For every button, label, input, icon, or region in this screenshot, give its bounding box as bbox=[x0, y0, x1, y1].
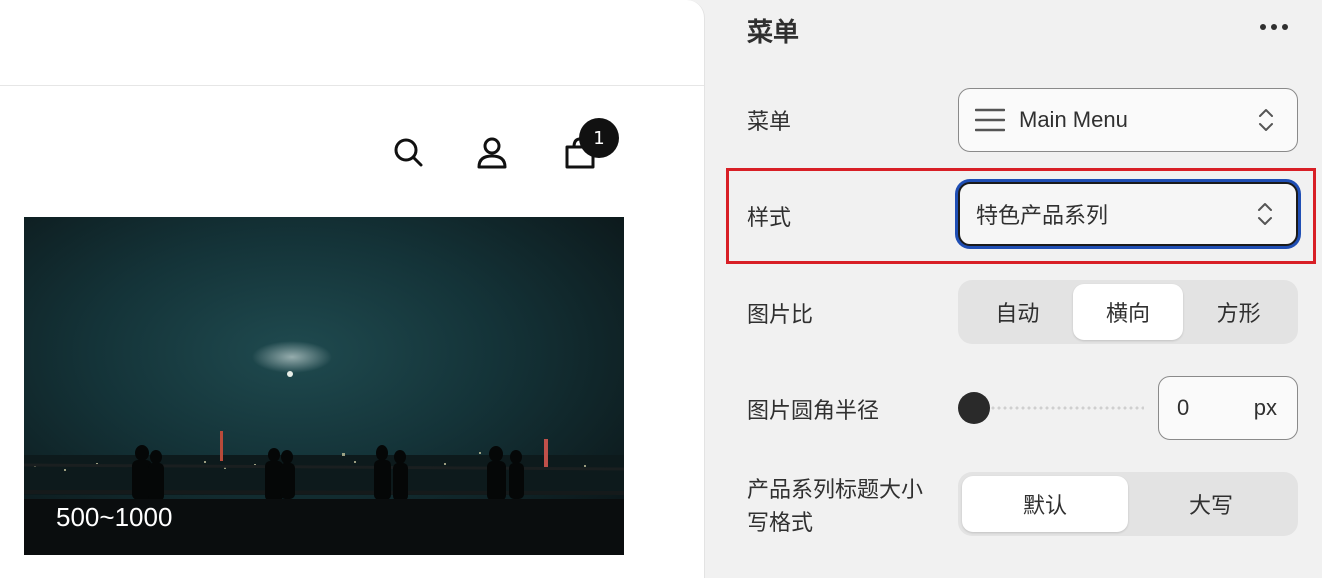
select-chevrons-icon bbox=[1259, 109, 1273, 131]
slider-track bbox=[972, 405, 1144, 411]
case-option-default[interactable]: 默认 bbox=[962, 476, 1128, 532]
hero-image: 500~1000 bbox=[24, 217, 624, 555]
style-select-value: 特色产品系列 bbox=[976, 204, 1109, 229]
title-case-segmented-control: 默认 大写 bbox=[958, 472, 1298, 536]
preview-announcement-bar bbox=[0, 0, 704, 86]
search-icon[interactable] bbox=[390, 130, 426, 174]
slider-thumb[interactable] bbox=[958, 392, 990, 424]
corner-radius-unit: px bbox=[1253, 395, 1277, 420]
more-horizontal-icon[interactable] bbox=[1254, 10, 1294, 44]
cart-count-badge: 1 bbox=[579, 118, 619, 158]
case-option-uppercase[interactable]: 大写 bbox=[1128, 476, 1294, 532]
corner-radius-input[interactable]: 0 px bbox=[1158, 376, 1298, 440]
title-case-label-line2: 写格式 bbox=[747, 511, 814, 536]
hero-caption: 500~1000 bbox=[56, 502, 173, 532]
settings-panel: 菜单 菜单 Main Menu 样式 特色产品系列 图片比 自动 横向 方形 图… bbox=[706, 0, 1322, 578]
corner-radius-label: 图片圆角半径 bbox=[747, 399, 880, 424]
style-label: 样式 bbox=[747, 206, 792, 231]
image-ratio-segmented-control: 自动 横向 方形 bbox=[958, 280, 1298, 344]
store-preview: 1 500~1000 bbox=[0, 0, 705, 578]
select-chevrons-icon bbox=[1258, 203, 1272, 225]
title-case-label: 产品系列标题大小 写格式 bbox=[747, 474, 947, 540]
ratio-option-square[interactable]: 方形 bbox=[1183, 284, 1294, 340]
ratio-option-landscape[interactable]: 横向 bbox=[1072, 284, 1184, 340]
menu-lines-icon bbox=[975, 108, 1005, 132]
menu-select[interactable]: Main Menu bbox=[958, 88, 1298, 152]
style-select[interactable]: 特色产品系列 bbox=[958, 182, 1298, 246]
title-case-label-line1: 产品系列标题大小 bbox=[747, 478, 924, 503]
panel-title: 菜单 bbox=[747, 18, 800, 48]
corner-radius-slider[interactable] bbox=[958, 392, 1144, 424]
ratio-option-auto[interactable]: 自动 bbox=[962, 284, 1073, 340]
corner-radius-value: 0 bbox=[1177, 395, 1190, 420]
account-icon[interactable] bbox=[474, 130, 510, 174]
image-ratio-label: 图片比 bbox=[747, 303, 814, 328]
menu-select-value: Main Menu bbox=[1019, 107, 1128, 132]
menu-label: 菜单 bbox=[747, 110, 792, 135]
